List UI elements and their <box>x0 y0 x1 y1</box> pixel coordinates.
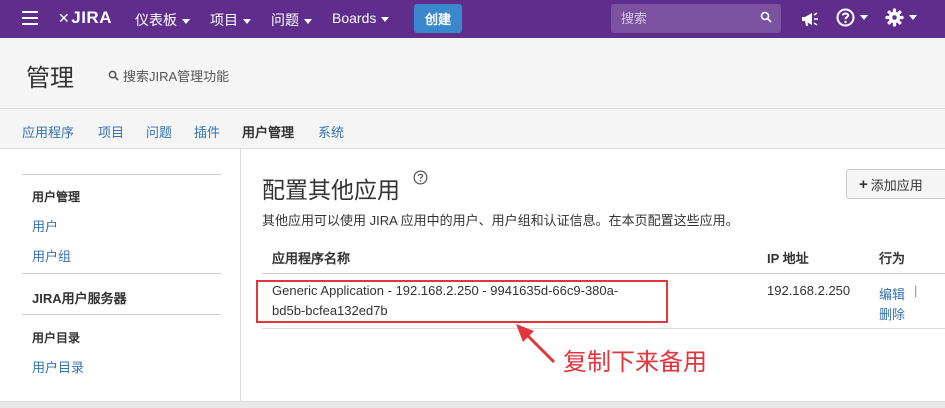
admin-search-label: 搜索JIRA管理功能 <box>123 69 230 84</box>
sidebar: 用户管理 用户 用户组 JIRA用户服务器 用户目录 用户目录 <box>0 149 241 401</box>
nav-projects[interactable]: 项目 <box>210 10 251 30</box>
jira-logo-icon: ✕ <box>58 9 71 26</box>
delete-link[interactable]: 删除 <box>879 304 905 323</box>
footer-strip <box>0 401 945 408</box>
admin-tabs: 应用程序 项目 问题 插件 用户管理 系统 <box>0 109 945 149</box>
app-ip-address: 192.168.2.250 <box>767 283 851 298</box>
chevron-down-icon <box>182 18 190 24</box>
chevron-down-icon <box>381 16 390 22</box>
tab-system[interactable]: 系统 <box>318 122 344 141</box>
chevron-down-icon <box>909 15 917 20</box>
tab-addons[interactable]: 插件 <box>194 122 220 141</box>
sidebar-item-groups[interactable]: 用户组 <box>32 246 71 265</box>
help-icon <box>836 8 855 27</box>
column-header-actions: 行为 <box>879 251 906 266</box>
action-separator: | <box>914 283 918 298</box>
nav-boards[interactable]: Boards <box>332 10 390 26</box>
settings-menu[interactable] <box>885 8 917 27</box>
tab-projects[interactable]: 项目 <box>98 122 124 141</box>
add-application-button[interactable]: + 添加应用 <box>846 169 945 199</box>
section-description: 其他应用可以使用 JIRA 应用中的用户、用户组和认证信息。在本页配置这些应用。 <box>262 213 739 228</box>
highlight-box <box>256 280 668 323</box>
megaphone-icon[interactable] <box>800 10 820 28</box>
menu-icon[interactable] <box>22 11 38 25</box>
sidebar-divider <box>22 314 221 315</box>
tab-applications[interactable]: 应用程序 <box>22 122 74 141</box>
sidebar-item-user-directories[interactable]: 用户目录 <box>32 357 84 376</box>
sidebar-item-users[interactable]: 用户 <box>32 216 58 235</box>
column-header-ip: IP 地址 <box>767 251 809 266</box>
help-menu[interactable] <box>836 8 868 27</box>
chevron-down-icon <box>860 15 868 20</box>
admin-header: 管理 搜索JIRA管理功能 <box>0 38 945 109</box>
table-row-divider <box>262 328 945 329</box>
top-navigation-bar: ✕ JIRA 仪表板 项目 问题 Boards 创建 <box>0 0 945 38</box>
sidebar-divider <box>22 174 221 175</box>
nav-dashboards[interactable]: 仪表板 <box>135 10 190 30</box>
section-title: 配置其他应用 <box>262 177 400 203</box>
plus-icon: + <box>859 175 868 193</box>
chevron-down-icon <box>243 18 251 24</box>
sidebar-section-user-directories: 用户目录 <box>32 331 81 345</box>
search-icon[interactable] <box>760 11 772 23</box>
content-area: 用户管理 用户 用户组 JIRA用户服务器 用户目录 用户目录 配置其他应用 +… <box>0 149 945 401</box>
sidebar-section-user-management: 用户管理 <box>32 190 81 204</box>
arrow-icon <box>516 324 556 364</box>
add-application-label: 添加应用 <box>870 177 923 193</box>
tab-user-management[interactable]: 用户管理 <box>242 122 294 141</box>
edit-link[interactable]: 编辑 <box>879 284 905 303</box>
admin-search-link[interactable]: 搜索JIRA管理功能 <box>108 66 229 85</box>
page-title: 管理 <box>26 65 74 92</box>
annotation-text: 复制下来备用 <box>563 348 707 376</box>
tab-issues[interactable]: 问题 <box>146 122 172 141</box>
sidebar-divider <box>22 273 221 274</box>
gear-icon <box>885 8 904 27</box>
table-header-divider <box>262 273 945 274</box>
search-icon <box>108 70 119 81</box>
nav-issues[interactable]: 问题 <box>271 10 312 30</box>
search-input[interactable] <box>611 4 781 33</box>
jira-logo-text: JIRA <box>71 8 112 27</box>
jira-logo[interactable]: ✕ JIRA <box>58 8 112 28</box>
chevron-down-icon <box>304 18 312 24</box>
sidebar-item-jira-user-server[interactable]: JIRA用户服务器 <box>32 288 127 307</box>
column-header-app-name: 应用程序名称 <box>272 251 351 266</box>
question-circle-icon[interactable] <box>413 170 428 185</box>
create-button[interactable]: 创建 <box>414 4 462 33</box>
